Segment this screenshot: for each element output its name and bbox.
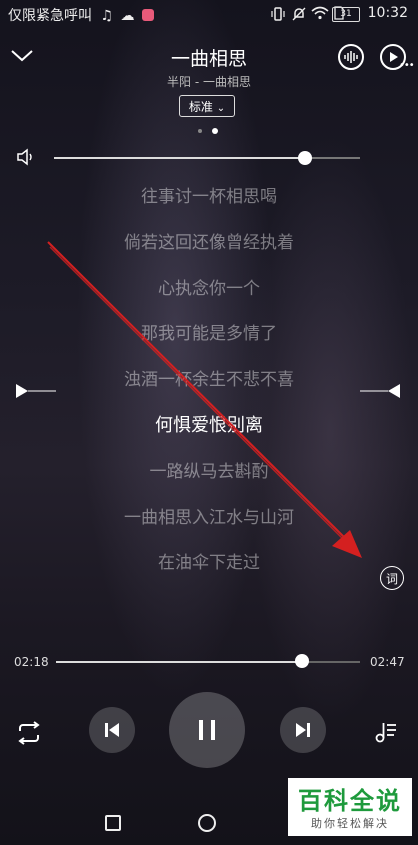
pause-icon [199, 720, 215, 740]
lyric-line: 一曲相思入江水与山河 [124, 507, 294, 528]
quality-label: 标准 [188, 100, 213, 114]
progress-fill [56, 661, 303, 663]
battery-icon: 31 [332, 7, 360, 22]
lyric-line: 倘若这回还像曾经执着 [124, 232, 294, 253]
page-dot-2 [212, 128, 218, 134]
mute-bell-icon [292, 7, 306, 21]
lyric-line-current: 何惧爱恨别离 [155, 415, 263, 436]
next-icon [296, 723, 310, 737]
home-nav-button[interactable] [198, 814, 216, 832]
lyric-line: 在油伞下走过 [158, 553, 260, 574]
app-notification-icon [141, 9, 154, 21]
more-dots-icon[interactable]: ••• [399, 60, 415, 71]
lyric-toggle-label: 词 [385, 571, 398, 586]
progress-slider-handle[interactable] [295, 654, 310, 668]
previous-button[interactable] [89, 707, 135, 753]
total-time: 02:47 [370, 655, 405, 669]
current-time: 02:18 [14, 655, 49, 669]
lyric-line: 心执念你一个 [158, 278, 260, 299]
carrier-text: 仅限紧急呼叫 [8, 8, 92, 24]
recents-nav-button[interactable] [105, 815, 121, 831]
cloud-icon: ☁ [120, 8, 135, 24]
status-left: 仅限紧急呼叫 ♫ ☁ [8, 5, 154, 25]
sound-effect-icon[interactable] [338, 44, 364, 70]
status-bar: 仅限紧急呼叫 ♫ ☁ 31 10:32 [0, 0, 418, 28]
playlist-icon[interactable] [374, 719, 398, 745]
volume-icon [17, 148, 32, 166]
lyric-line: 那我可能是多情了 [141, 324, 277, 345]
lyric-toggle-button[interactable]: 词 [380, 566, 404, 590]
volume-fill [54, 157, 305, 159]
play-pause-button[interactable] [169, 692, 245, 768]
seek-marker-left [16, 383, 56, 403]
wifi-icon [311, 6, 329, 20]
chevron-down-icon: ⌄ [216, 103, 226, 114]
lyric-line: 一路纵马去斟酌 [149, 461, 269, 482]
vibrate-icon [271, 7, 285, 21]
lyric-line: 浊酒一杯余生不悲不喜 [124, 370, 294, 391]
lyric-line: 往事讨一杯相思喝 [141, 187, 277, 207]
previous-icon [105, 723, 119, 737]
volume-slider-handle[interactable] [297, 151, 312, 165]
page-dot-1 [198, 129, 202, 133]
seek-marker-right [360, 383, 402, 403]
status-time: 10:32 [367, 5, 408, 21]
quality-select[interactable]: 标准 ⌄ [179, 95, 235, 117]
music-note-icon: ♫ [100, 8, 114, 24]
song-subtitle[interactable]: 半阳 - 一曲相思 [0, 73, 418, 90]
watermark-subtitle: 助你轻松解决 [311, 817, 389, 830]
repeat-icon[interactable] [16, 721, 42, 745]
watermark-title: 百科全说 [298, 787, 402, 815]
next-button[interactable] [280, 707, 326, 753]
